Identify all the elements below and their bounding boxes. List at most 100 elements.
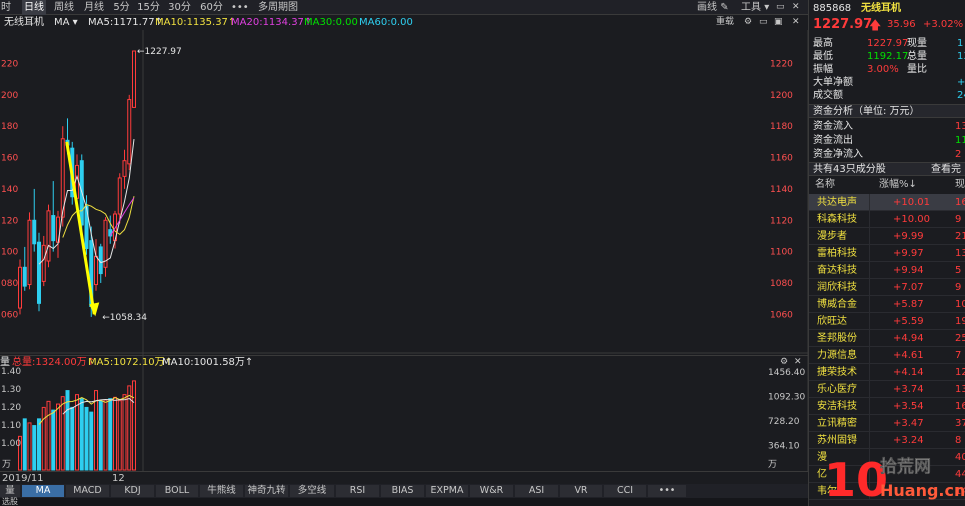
tools-button[interactable]: 工具 ▾ xyxy=(741,0,769,15)
draw-line-button[interactable]: 画线 ✎ xyxy=(697,0,729,15)
component-stock-row[interactable]: 奋达科技 +9.94 5 xyxy=(809,262,965,279)
reload-button[interactable]: 重载 xyxy=(716,16,734,29)
component-stock-row[interactable]: 漫步者 +9.99 21 xyxy=(809,228,965,245)
candle-body xyxy=(41,244,46,282)
period-tab-0[interactable]: 时 xyxy=(0,0,12,15)
logo-text-bottom: Huang.cn xyxy=(880,481,965,500)
component-stock-row[interactable]: 雷柏科技 +9.97 13 xyxy=(809,245,965,262)
volume-settings-icon[interactable]: ⚙ xyxy=(780,356,788,369)
indicator-tab-3[interactable]: KDJ xyxy=(111,485,154,497)
indicator-tab-11[interactable]: W&R xyxy=(470,485,513,497)
indicator-tab-14[interactable]: CCI xyxy=(604,485,646,497)
window-minimize-icon[interactable]: ▭ xyxy=(776,0,785,15)
settings-gear-icon[interactable]: ⚙ xyxy=(744,16,752,29)
indicator-tab-7[interactable]: 多空线 xyxy=(290,485,334,497)
stock-row-price: 37 xyxy=(955,418,965,429)
stock-row-name: 奋达科技 xyxy=(817,265,857,276)
volume-bar xyxy=(27,422,32,471)
volume-bar xyxy=(98,400,103,471)
component-stock-row[interactable]: 科森科技 +10.00 9 xyxy=(809,211,965,228)
period-tab-4[interactable]: 5分 xyxy=(111,0,132,15)
volume-bar xyxy=(89,411,94,471)
volume-bar xyxy=(41,406,46,471)
minimize-icon[interactable]: ▭ xyxy=(759,16,768,29)
period-tab-5[interactable]: 15分 xyxy=(136,0,161,15)
indicator-tab-5[interactable]: 牛熊线 xyxy=(200,485,243,497)
col-header-pct[interactable]: 涨幅%↓ xyxy=(879,178,917,192)
component-stock-row[interactable]: 博威合金 +5.87 10 xyxy=(809,296,965,313)
volume-tick-right: 1456.40 xyxy=(768,368,805,378)
price-tick-right: 1180 xyxy=(770,122,793,132)
indicator-tab-9[interactable]: BIAS xyxy=(381,485,424,497)
period-tab-8[interactable]: ••• xyxy=(231,0,249,15)
stock-row-pct: +3.54 xyxy=(893,401,924,412)
indicator-tab-4[interactable]: BOLL xyxy=(156,485,198,497)
period-tab-9[interactable]: 多周期图 xyxy=(253,0,303,15)
stock-row-name: 安洁科技 xyxy=(817,401,857,412)
fund-value: 11 xyxy=(955,135,965,146)
kline-chart[interactable]: 220 1220 200 1200 180 1180 160 1160 140 1140 120 11… xyxy=(0,30,808,471)
window-close-icon[interactable]: ✕ xyxy=(792,0,800,15)
volume-unit-right: 万 xyxy=(768,460,777,470)
component-stock-row[interactable]: 捷荣技术 +4.14 12 xyxy=(809,364,965,381)
price-change: 35.96 xyxy=(887,19,916,30)
stock-row-price: 19 xyxy=(955,316,965,327)
indicator-tab-8[interactable]: RSI xyxy=(336,485,379,497)
volume-tick-right: 364.10 xyxy=(768,442,800,452)
column-divider xyxy=(869,381,870,398)
candle-body xyxy=(132,50,136,108)
price-tick-right: 1200 xyxy=(770,91,793,101)
chart-name: 无线耳机 xyxy=(4,17,44,28)
candle-body xyxy=(22,266,27,287)
quote-panel: 885868 无线耳机 1227.97 🡅 35.96 +3.02% 最高 122… xyxy=(808,0,965,506)
column-divider xyxy=(869,313,870,330)
ma-selector[interactable]: MA ▾ xyxy=(54,16,78,29)
indicator-tab-2[interactable]: MACD xyxy=(66,485,109,497)
volume-total: 总量:1324.00万↑ xyxy=(12,357,96,368)
col-header-name[interactable]: 名称 xyxy=(815,178,835,192)
stock-row-name: 立讯精密 xyxy=(817,418,857,429)
indicator-tab-13[interactable]: VR xyxy=(560,485,602,497)
logo-text-top: 拾荒网 xyxy=(880,456,931,477)
indicator-tab-12[interactable]: ASI xyxy=(515,485,558,497)
price-tick-right: 1140 xyxy=(770,185,793,195)
stock-row-pct: +9.97 xyxy=(893,248,924,259)
volume-close-icon[interactable]: ✕ xyxy=(794,356,802,369)
components-title: 共有43只成分股 xyxy=(813,164,886,175)
indicator-tab-1[interactable]: MA xyxy=(22,485,64,497)
component-stock-row[interactable]: 乐心医疗 +3.74 13 xyxy=(809,381,965,398)
indicator-tab-10[interactable]: EXPMA xyxy=(426,485,468,497)
indicator-tab-0[interactable]: 量 xyxy=(0,485,20,497)
stock-row-name: 捷荣技术 xyxy=(817,367,857,378)
indicator-tab-15[interactable]: ••• xyxy=(648,485,686,497)
volume-unit-left: 万 xyxy=(2,460,11,470)
stock-row-name: 共达电声 xyxy=(817,197,857,208)
period-tab-7[interactable]: 60分 xyxy=(199,0,224,15)
component-stock-row[interactable]: 力源信息 +4.61 7 xyxy=(809,347,965,364)
period-tab-1[interactable]: 日线 xyxy=(22,0,46,15)
component-stock-row[interactable]: 共达电声 +10.01 16 xyxy=(809,194,965,211)
component-stock-row[interactable]: 欣旺达 +5.59 19 xyxy=(809,313,965,330)
stock-name: 无线耳机 xyxy=(861,3,901,14)
stock-row-pct: +9.94 xyxy=(893,265,924,276)
component-stock-row[interactable]: 苏州固锝 +3.24 8 xyxy=(809,432,965,449)
volume-bar xyxy=(117,400,122,471)
period-tab-3[interactable]: 月线 xyxy=(81,0,107,15)
close-chart-icon[interactable]: ✕ xyxy=(792,16,800,29)
restore-icon[interactable]: ▣ xyxy=(774,16,783,29)
period-tab-2[interactable]: 周线 xyxy=(51,0,77,15)
component-stock-row[interactable]: 圣邦股份 +4.94 255 xyxy=(809,330,965,347)
col-header-price[interactable]: 现 xyxy=(955,178,965,192)
indicator-tabs: 量 MA MACD KDJ BOLL 牛熊线 神奇九转 多空线 RSI BIAS EXPMA W&R A… xyxy=(0,484,808,498)
period-tab-6[interactable]: 30分 xyxy=(167,0,192,15)
stock-picker-link[interactable]: 选股 xyxy=(2,498,18,506)
component-stock-row[interactable]: 安洁科技 +3.54 16 xyxy=(809,398,965,415)
view-all-link[interactable]: 查看完 xyxy=(931,163,961,177)
ma10-value: MA10:1135.37↑ xyxy=(155,17,237,28)
price-tick-left: 220 xyxy=(1,60,18,70)
component-stock-row[interactable]: 润欣科技 +7.07 9 xyxy=(809,279,965,296)
component-stock-row[interactable]: 立讯精密 +3.47 37 xyxy=(809,415,965,432)
indicator-tab-6[interactable]: 神奇九转 xyxy=(245,485,288,497)
volume-legend: 量 总量:1324.00万↑ MA5:1072.10万↑ MA10:1001.5… xyxy=(0,355,808,368)
candle-body xyxy=(18,266,22,309)
